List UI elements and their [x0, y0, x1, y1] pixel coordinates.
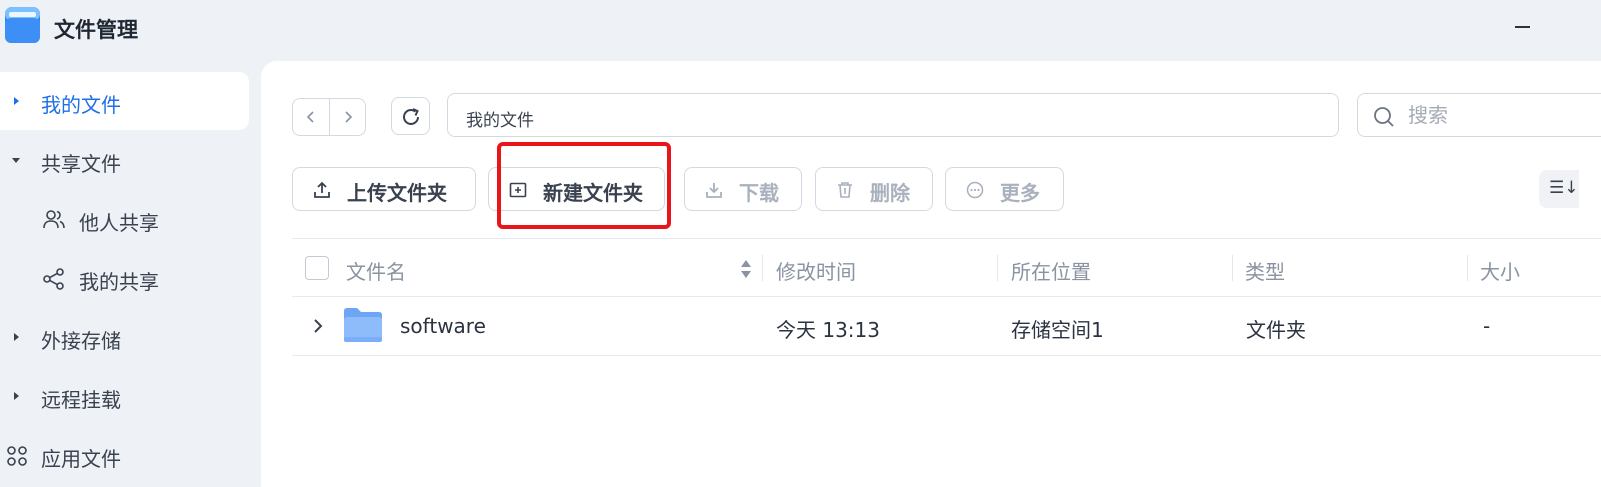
delete-button[interactable]: 删除 [815, 167, 933, 211]
users-icon [43, 210, 65, 229]
apps-grid-icon [7, 446, 27, 466]
column-separator[interactable] [762, 255, 763, 281]
caret-down-icon [12, 158, 20, 163]
upload-icon [314, 181, 330, 198]
title-bar: 文件管理 [0, 0, 1601, 56]
file-modified: 今天 13:13 [776, 318, 880, 342]
column-type[interactable]: 类型 [1245, 256, 1285, 285]
share-icon [43, 268, 64, 290]
caret-right-icon [14, 333, 19, 341]
refresh-icon [403, 108, 419, 125]
file-size: - [1483, 314, 1491, 338]
folder-icon [344, 308, 382, 342]
column-separator[interactable] [997, 255, 998, 281]
minimize-button[interactable] [1510, 14, 1536, 40]
history-nav [292, 98, 366, 136]
sidebar-item-shared-by-others[interactable]: 他人共享 [0, 190, 249, 248]
column-name[interactable]: 文件名 [346, 256, 406, 285]
search-icon [1374, 107, 1394, 127]
column-separator[interactable] [1232, 255, 1233, 281]
column-location[interactable]: 所在位置 [1011, 256, 1091, 285]
file-name: software [400, 314, 486, 338]
delete-label: 删除 [870, 181, 910, 205]
sidebar-item-remote-mount[interactable]: 远程挂载 [0, 367, 249, 425]
sidebar-item-shared-files[interactable]: 共享文件 [0, 131, 249, 189]
new-folder-label: 新建文件夹 [543, 181, 643, 205]
forward-button[interactable] [328, 99, 366, 135]
sidebar-item-my-shares[interactable]: 我的共享 [0, 249, 249, 307]
refresh-button[interactable] [391, 97, 430, 135]
more-icon [966, 181, 984, 199]
back-button[interactable] [293, 99, 329, 135]
trash-icon [838, 182, 852, 198]
sidebar-item-label: 我的共享 [79, 270, 159, 294]
caret-right-icon [14, 392, 19, 400]
caret-right-icon [14, 97, 19, 105]
sidebar-item-label: 共享文件 [41, 152, 121, 176]
sidebar-item-external-storage[interactable]: 外接存储 [0, 308, 249, 366]
column-modified[interactable]: 修改时间 [776, 256, 856, 285]
path-bar[interactable]: 我的文件 [447, 93, 1339, 137]
sidebar-item-label: 应用文件 [41, 447, 121, 471]
column-separator[interactable] [1467, 255, 1468, 281]
current-path: 我的文件 [466, 111, 534, 131]
table-row[interactable]: software 今天 13:13 存储空间1 文件夹 - [292, 297, 1601, 356]
app-title: 文件管理 [54, 18, 138, 42]
folder-app-icon [5, 7, 40, 43]
file-location: 存储空间1 [1011, 318, 1104, 342]
sidebar-item-label: 远程挂载 [41, 388, 121, 412]
sidebar-item-label: 我的文件 [41, 93, 121, 117]
sidebar-item-app-files[interactable]: 应用文件 [0, 426, 249, 484]
new-folder-icon [509, 182, 527, 198]
file-type: 文件夹 [1246, 318, 1306, 342]
upload-folder-button[interactable]: 上传文件夹 [292, 167, 476, 211]
download-icon [706, 183, 722, 198]
sidebar-item-label: 外接存储 [41, 329, 121, 353]
sort-toggle-icon[interactable] [740, 258, 752, 280]
chevron-right-icon [344, 111, 352, 123]
chevron-left-icon [306, 111, 314, 123]
new-folder-button[interactable]: 新建文件夹 [488, 167, 665, 211]
select-all-checkbox[interactable] [305, 256, 329, 280]
table-header: 文件名 修改时间 所在位置 类型 大小 [292, 238, 1601, 297]
sidebar-item-my-files[interactable]: 我的文件 [0, 72, 249, 130]
view-sort-button[interactable]: ☰↓ [1539, 170, 1579, 208]
download-button[interactable]: 下载 [684, 167, 802, 211]
search-input[interactable] [1408, 102, 1598, 128]
search-box [1357, 93, 1601, 137]
sort-list-icon: ☰↓ [1549, 178, 1579, 198]
more-button[interactable]: 更多 [945, 167, 1064, 211]
chevron-right-icon[interactable] [310, 317, 326, 335]
column-size[interactable]: 大小 [1480, 256, 1520, 285]
download-label: 下载 [739, 181, 779, 205]
main-panel: 我的文件 上传文件夹 新建文件夹 下载 [261, 61, 1601, 487]
upload-folder-label: 上传文件夹 [347, 181, 447, 205]
sidebar-item-label: 他人共享 [79, 211, 159, 235]
more-label: 更多 [1000, 181, 1040, 205]
